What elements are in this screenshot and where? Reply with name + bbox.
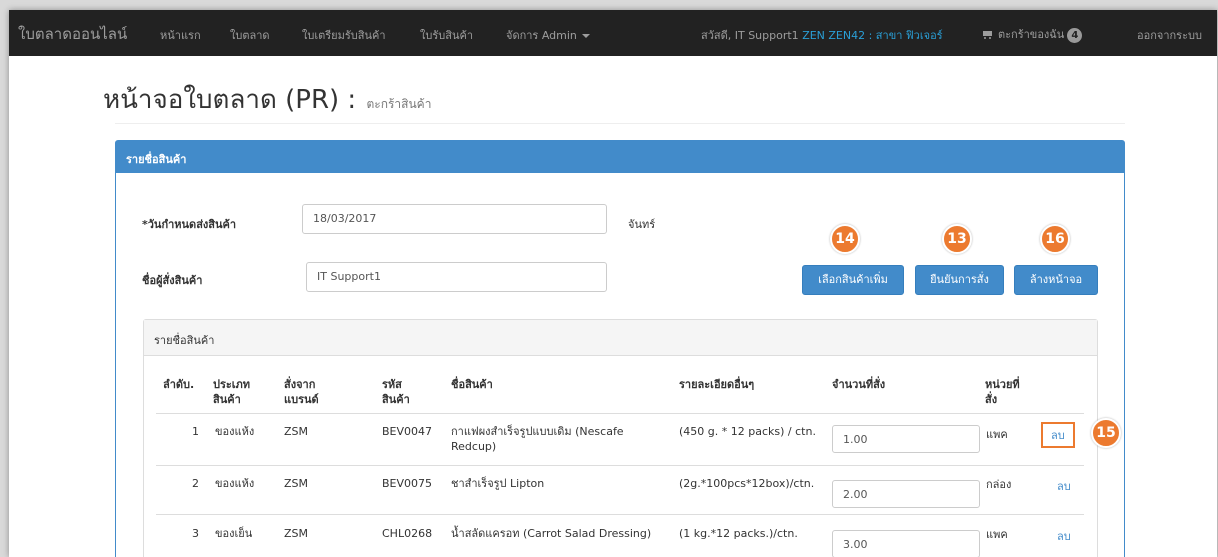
page-title-text: หน้าจอใบตลาด (PR) : <box>103 85 357 115</box>
brand-link[interactable]: ใบตลาดออนไลน์ <box>18 22 127 46</box>
row-brand: ZSM <box>284 425 309 438</box>
row-type: ของแห้ง <box>215 477 255 490</box>
shopping-cart-icon <box>982 30 994 40</box>
nav-admin-dropdown[interactable]: จัดการ Admin <box>506 26 590 44</box>
product-list-panel: รายชื่อสินค้า ลำดับ. ประเภท สินค้า สั่งจ… <box>143 319 1121 557</box>
cart-label: ตะกร้าของฉัน <box>998 28 1065 41</box>
delete-link[interactable]: ลบ <box>1041 422 1075 448</box>
qty-input[interactable]: 1.00 <box>832 425 980 453</box>
col-brand: สั่งจาก แบรนด์ <box>284 378 319 406</box>
row-detail: (450 g. * 12 packs) / ctn. <box>679 425 816 438</box>
nav-home[interactable]: หน้าแรก <box>160 26 201 44</box>
nav-admin-label: จัดการ Admin <box>506 29 577 42</box>
my-cart-link[interactable]: ตะกร้าของฉัน 4 <box>982 25 1083 43</box>
col-code: รหัส สินค้า <box>382 378 410 406</box>
row-detail: (1 kg.*12 packs.)/ctn. <box>679 527 798 540</box>
row-code: BEV0075 <box>382 477 433 490</box>
panel-heading: รายชื่อสินค้า <box>116 141 1124 173</box>
qty-input[interactable]: 3.00 <box>832 530 980 557</box>
col-unit: หน่วยที่ สั่ง <box>985 378 1020 406</box>
row-divider <box>156 465 1084 466</box>
nav-receive[interactable]: ใบรับสินค้า <box>420 26 473 44</box>
row-unit: กล่อง <box>986 478 1012 491</box>
row-name: น้ำสลัดแครอท (Carrot Salad Dressing) <box>451 527 652 540</box>
logout-link[interactable]: ออกจากระบบ <box>1137 26 1202 44</box>
confirm-order-button[interactable]: ยืนยันการสั่ง <box>915 265 1004 295</box>
row-type: ของแห้ง <box>215 425 255 438</box>
row-name: ชาสำเร็จรูป Lipton <box>451 477 545 490</box>
row-code: BEV0047 <box>382 425 433 438</box>
col-detail: รายละเอียดอื่นๆ <box>679 378 755 391</box>
orderer-label: ชื่อผู้สั่งสินค้า <box>142 274 203 287</box>
caret-down-icon <box>581 34 590 38</box>
row-brand: ZSM <box>284 477 309 490</box>
row-divider <box>156 514 1084 515</box>
col-type: ประเภท สินค้า <box>213 378 251 406</box>
row-no: 1 <box>192 425 199 438</box>
greeting-text: สวัสดี, IT Support1 <box>701 29 799 42</box>
step-badge-15: 15 <box>1091 418 1121 448</box>
step-badge-16: 16 <box>1040 224 1070 254</box>
delete-link[interactable]: ลบ <box>1057 527 1071 545</box>
orderer-field[interactable]: IT Support1 <box>306 262 607 292</box>
col-no: ลำดับ. <box>163 378 195 391</box>
header-divider <box>115 123 1125 124</box>
row-brand: ZSM <box>284 527 309 540</box>
row-name: กาแฟผงสำเร็จรูปแบบเดิม (Nescafe Redcup) <box>451 425 624 453</box>
step-badge-14: 14 <box>830 224 860 254</box>
user-greeting: สวัสดี, IT Support1 ZEN ZEN42 : สาขา ฟิว… <box>701 26 943 44</box>
step-badge-13: 13 <box>942 224 972 254</box>
list-heading: รายชื่อสินค้า <box>144 320 1097 356</box>
row-unit: แพค <box>986 528 1008 541</box>
delivery-date-field[interactable]: 18/03/2017 <box>302 204 607 234</box>
product-panel: รายชื่อสินค้า *วันกำหนดส่งสินค้า 18/03/2… <box>115 140 1125 557</box>
nav-prepare-receive[interactable]: ใบเตรียมรับสินค้า <box>302 26 386 44</box>
qty-input[interactable]: 2.00 <box>832 480 980 508</box>
row-detail: (2g.*100pcs*12box)/ctn. <box>679 477 815 490</box>
delivery-day-label: จันทร์ <box>628 218 656 231</box>
header-row-divider <box>156 413 1084 414</box>
row-no: 3 <box>192 527 199 540</box>
add-more-products-button[interactable]: เลือกสินค้าเพิ่ม <box>802 265 904 295</box>
row-no: 2 <box>192 477 199 490</box>
delivery-date-label: *วันกำหนดส่งสินค้า <box>142 218 237 231</box>
col-name: ชื่อสินค้า <box>451 378 493 391</box>
col-qty: จำนวนที่สั่ง <box>832 378 886 391</box>
browser-frame: ใบตลาดออนไลน์ หน้าแรก ใบตลาด ใบเตรียมรับ… <box>9 10 1217 557</box>
row-code: CHL0268 <box>382 527 433 540</box>
page-title: หน้าจอใบตลาด (PR) : ตะกร้าสินค้า <box>103 79 431 120</box>
top-navbar: ใบตลาดออนไลน์ หน้าแรก ใบตลาด ใบเตรียมรับ… <box>9 10 1217 56</box>
delete-link[interactable]: ลบ <box>1057 477 1071 495</box>
cart-count-badge: 4 <box>1067 28 1083 43</box>
branch-link[interactable]: ZEN ZEN42 : สาขา ฟิวเจอร์ <box>802 29 942 42</box>
page-subtitle: ตะกร้าสินค้า <box>366 97 432 111</box>
row-unit: แพค <box>986 428 1008 441</box>
nav-market-list[interactable]: ใบตลาด <box>230 26 270 44</box>
clear-screen-button[interactable]: ล้างหน้าจอ <box>1014 265 1098 295</box>
row-type: ของเย็น <box>215 527 253 540</box>
